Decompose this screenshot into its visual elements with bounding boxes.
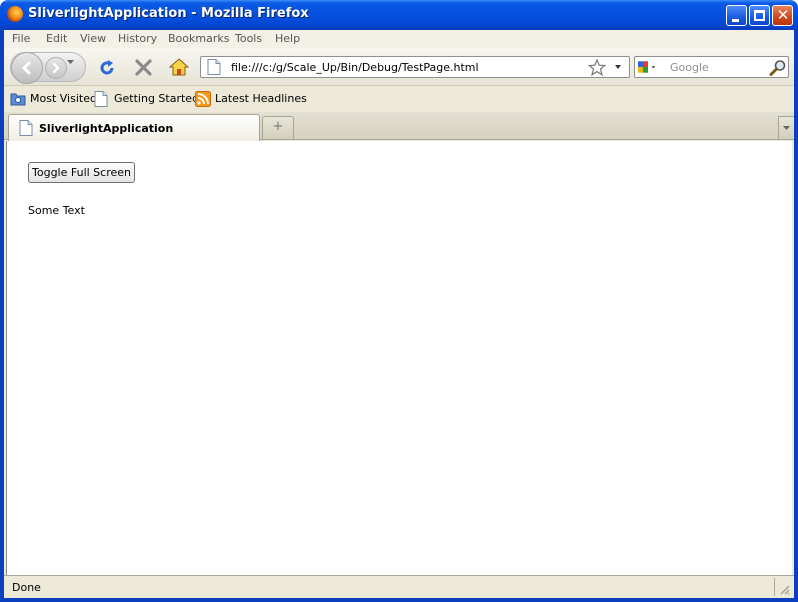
url-dropdown-icon[interactable] xyxy=(615,65,621,69)
home-icon[interactable] xyxy=(169,58,189,76)
toggle-full-screen-button[interactable]: Toggle Full Screen xyxy=(28,162,135,183)
minimize-button[interactable] xyxy=(726,5,747,26)
status-divider xyxy=(774,578,775,596)
page-icon xyxy=(94,91,108,107)
browser-client: File Edit View History Bookmarks Tools H… xyxy=(4,30,794,598)
bookmarks-toolbar: Most Visited Getting Started Latest Head… xyxy=(4,87,794,111)
close-icon: ✕ xyxy=(776,6,790,24)
close-button[interactable]: ✕ xyxy=(772,5,793,26)
search-input[interactable]: Google xyxy=(670,61,709,74)
window-title: SliverlightApplication - Mozilla Firefox xyxy=(28,6,309,21)
back-button[interactable] xyxy=(11,52,43,84)
search-bar[interactable]: Google xyxy=(634,56,789,78)
page-text: Some Text xyxy=(28,204,85,217)
tab-label: SliverlightApplication xyxy=(39,122,174,135)
menu-view[interactable]: View xyxy=(80,32,106,45)
bookmark-label: Getting Started xyxy=(114,92,200,105)
menu-bar: File Edit View History Bookmarks Tools H… xyxy=(4,30,794,48)
title-bar[interactable]: SliverlightApplication - Mozilla Firefox… xyxy=(0,0,798,30)
stop-icon[interactable] xyxy=(135,59,152,76)
bookmark-star-icon[interactable] xyxy=(588,59,606,76)
menu-bookmarks[interactable]: Bookmarks xyxy=(168,32,229,45)
maximize-icon xyxy=(754,10,765,21)
history-dropdown-icon[interactable] xyxy=(67,60,74,64)
back-arrow-icon xyxy=(22,61,31,75)
menu-tools[interactable]: Tools xyxy=(235,32,262,45)
navigation-toolbar: file:///c:/g/Scale_Up/Bin/Debug/TestPage… xyxy=(4,48,794,86)
bookmark-latest-headlines[interactable]: Latest Headlines xyxy=(195,91,307,107)
chevron-down-icon xyxy=(783,126,790,130)
back-forward-group xyxy=(10,52,86,84)
menu-edit[interactable]: Edit xyxy=(46,32,67,45)
maximize-button[interactable] xyxy=(749,5,770,26)
minimize-icon xyxy=(732,19,739,22)
tab-strip: SliverlightApplication + xyxy=(4,112,794,141)
bookmark-label: Most Visited xyxy=(30,92,97,105)
url-text: file:///c:/g/Scale_Up/Bin/Debug/TestPage… xyxy=(231,61,479,74)
status-bar: Done xyxy=(4,575,794,598)
url-bar[interactable]: file:///c:/g/Scale_Up/Bin/Debug/TestPage… xyxy=(200,56,630,78)
reload-icon[interactable] xyxy=(98,59,116,77)
menu-help[interactable]: Help xyxy=(275,32,300,45)
rss-feed-icon xyxy=(195,91,211,107)
google-engine-icon[interactable] xyxy=(638,59,658,75)
page-icon xyxy=(207,59,221,75)
plus-icon: + xyxy=(272,119,284,134)
forward-arrow-icon xyxy=(52,63,60,73)
page-icon xyxy=(19,120,33,136)
resize-grip-icon[interactable] xyxy=(778,583,790,595)
tab-sliverlight-application[interactable]: SliverlightApplication xyxy=(8,114,260,141)
menu-history[interactable]: History xyxy=(118,32,157,45)
browser-window: SliverlightApplication - Mozilla Firefox… xyxy=(0,0,798,602)
new-tab-button[interactable]: + xyxy=(262,116,294,139)
tab-list-button[interactable] xyxy=(778,116,794,139)
page-content: Toggle Full Screen Some Text xyxy=(6,141,792,575)
menu-file[interactable]: File xyxy=(12,32,30,45)
status-text: Done xyxy=(12,581,41,594)
forward-button[interactable] xyxy=(45,57,67,79)
smart-folder-icon xyxy=(10,93,26,106)
bookmark-label: Latest Headlines xyxy=(215,92,307,105)
firefox-logo-icon xyxy=(7,6,23,22)
bookmark-getting-started[interactable]: Getting Started xyxy=(94,91,199,107)
search-magnifier-icon[interactable] xyxy=(769,59,787,77)
bookmark-most-visited[interactable]: Most Visited xyxy=(10,91,97,107)
